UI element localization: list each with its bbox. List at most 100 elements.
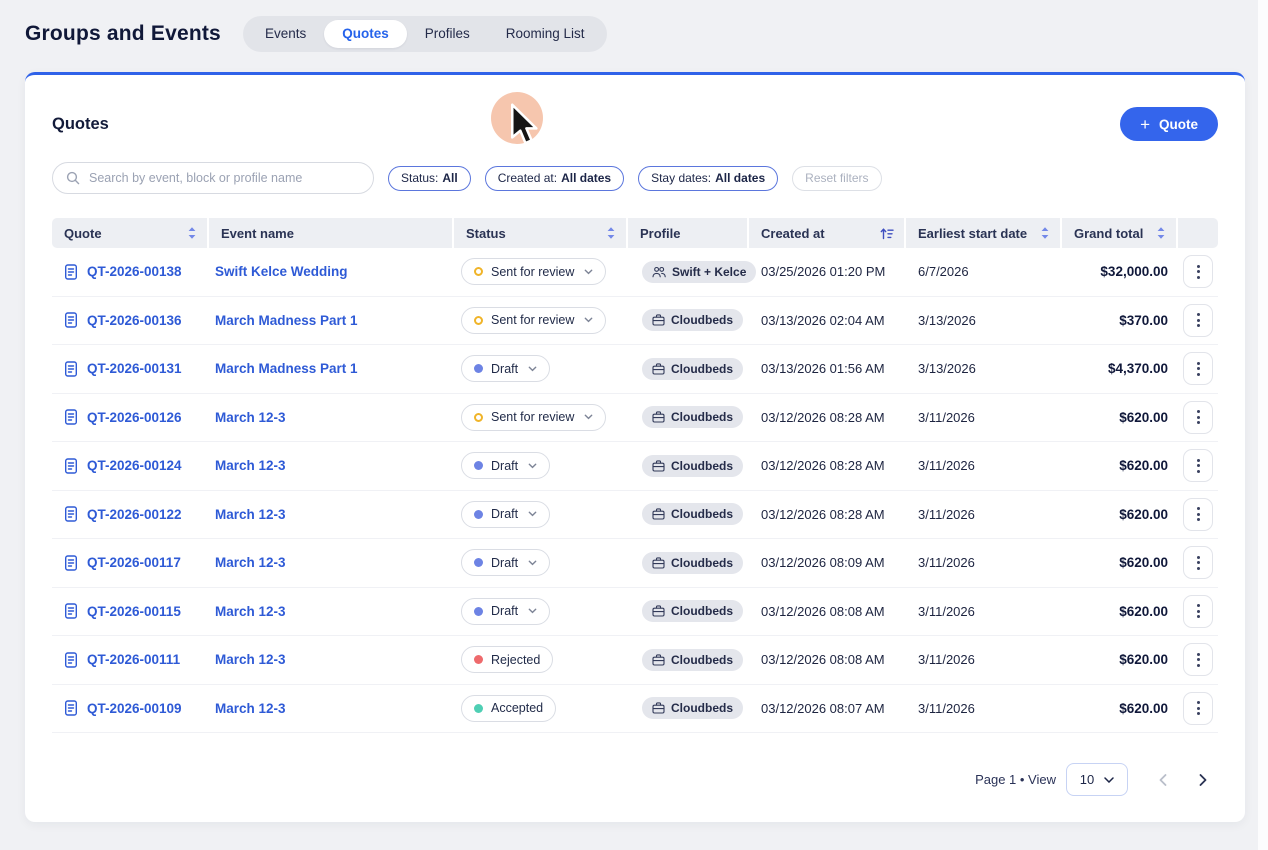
next-page-button[interactable] — [1188, 765, 1218, 795]
status-dot-icon — [474, 364, 483, 373]
status-pill[interactable]: Sent for review — [461, 404, 606, 431]
briefcase-icon — [652, 363, 665, 375]
actions-cell — [1178, 255, 1218, 288]
tab-quotes[interactable]: Quotes — [324, 20, 407, 48]
status-pill[interactable]: Draft — [461, 549, 550, 576]
grand-total-value: $620.00 — [1062, 701, 1178, 716]
actions-cell — [1178, 692, 1218, 725]
quote-id: QT-2026-00131 — [87, 361, 182, 376]
filter-chip-label: Created at: — [498, 171, 557, 185]
status-cell: Draft — [454, 501, 628, 528]
quote-id-link[interactable]: QT-2026-00126 — [52, 409, 209, 425]
quote-id-link[interactable]: QT-2026-00111 — [52, 652, 209, 668]
row-menu-button[interactable] — [1183, 352, 1213, 385]
profile-badge: Cloudbeds — [642, 309, 743, 331]
filter-chip-createdat[interactable]: Created at: All dates — [485, 166, 624, 191]
quote-id-link[interactable]: QT-2026-00117 — [52, 555, 209, 571]
grand-total-value: $32,000.00 — [1062, 264, 1178, 279]
event-name-link[interactable]: March 12-3 — [209, 701, 454, 716]
status-pill[interactable]: Draft — [461, 501, 550, 528]
event-name-link[interactable]: March Madness Part 1 — [209, 313, 454, 328]
search-input[interactable] — [89, 171, 360, 185]
row-menu-button[interactable] — [1183, 692, 1213, 725]
actions-cell — [1178, 643, 1218, 676]
chevron-down-icon — [528, 463, 537, 469]
profile-cell: Cloudbeds — [628, 455, 749, 477]
row-menu-button[interactable] — [1183, 449, 1213, 482]
document-icon — [64, 264, 78, 280]
row-menu-button[interactable] — [1183, 498, 1213, 531]
event-name-link[interactable]: March 12-3 — [209, 652, 454, 667]
event-name-link[interactable]: March 12-3 — [209, 458, 454, 473]
event-name-link[interactable]: March 12-3 — [209, 604, 454, 619]
prev-page-button[interactable] — [1148, 765, 1178, 795]
event-name-link[interactable]: March 12-3 — [209, 410, 454, 425]
column-header-quote[interactable]: Quote — [52, 218, 209, 248]
quote-id: QT-2026-00117 — [87, 555, 181, 570]
event-name-link[interactable]: March 12-3 — [209, 555, 454, 570]
profile-name: Cloudbeds — [671, 410, 733, 424]
event-name-link[interactable]: Swift Kelce Wedding — [209, 264, 454, 279]
status-pill[interactable]: Sent for review — [461, 258, 606, 285]
earliest-start-date-value: 3/11/2026 — [906, 458, 1062, 473]
event-name-link[interactable]: March Madness Part 1 — [209, 361, 454, 376]
quote-id-link[interactable]: QT-2026-00109 — [52, 700, 209, 716]
pagination: Page 1 • View 10 — [52, 763, 1218, 796]
row-menu-button[interactable] — [1183, 546, 1213, 579]
plus-icon: + — [1140, 116, 1150, 133]
quotes-table-body: QT-2026-00138Swift Kelce Wedding Sent for… — [52, 248, 1218, 733]
row-menu-button[interactable] — [1183, 255, 1213, 288]
profile-badge: Cloudbeds — [642, 503, 743, 525]
add-quote-button[interactable]: + Quote — [1120, 107, 1218, 141]
quote-id-link[interactable]: QT-2026-00131 — [52, 361, 209, 377]
row-menu-button[interactable] — [1183, 401, 1213, 434]
status-cell: Accepted — [454, 695, 628, 722]
column-header-created-at[interactable]: Created at — [749, 218, 906, 248]
quote-id-link[interactable]: QT-2026-00138 — [52, 264, 209, 280]
filter-chip-staydates[interactable]: Stay dates: All dates — [638, 166, 778, 191]
filter-chip-status[interactable]: Status: All — [388, 166, 471, 191]
row-menu-button[interactable] — [1183, 643, 1213, 676]
status-dot-icon — [474, 413, 483, 422]
profile-cell: Cloudbeds — [628, 552, 749, 574]
actions-cell — [1178, 304, 1218, 337]
quote-id: QT-2026-00126 — [87, 410, 182, 425]
tab-profiles[interactable]: Profiles — [407, 20, 488, 48]
page-size-select[interactable]: 10 — [1066, 763, 1128, 796]
quote-id-link[interactable]: QT-2026-00115 — [52, 603, 209, 619]
event-name-link[interactable]: March 12-3 — [209, 507, 454, 522]
profile-cell: Cloudbeds — [628, 697, 749, 719]
status-pill[interactable]: Draft — [461, 452, 550, 479]
filter-chip-label: Status: — [401, 171, 438, 185]
tab-events[interactable]: Events — [247, 20, 324, 48]
row-menu-button[interactable] — [1183, 304, 1213, 337]
chevron-down-icon — [584, 269, 593, 275]
grand-total-value: $620.00 — [1062, 458, 1178, 473]
profile-badge: Cloudbeds — [642, 552, 743, 574]
status-pill[interactable]: Draft — [461, 355, 550, 382]
status-pill[interactable]: Draft — [461, 598, 550, 625]
panel-title: Quotes — [52, 115, 109, 134]
profile-name: Cloudbeds — [671, 362, 733, 376]
column-label: Earliest start date — [918, 226, 1027, 241]
scrollbar-track[interactable] — [1258, 0, 1268, 850]
status-dot-icon — [474, 607, 483, 616]
tab-rooming-list[interactable]: Rooming List — [488, 20, 603, 48]
chevron-down-icon — [528, 608, 537, 614]
quote-id-link[interactable]: QT-2026-00124 — [52, 458, 209, 474]
document-icon — [64, 361, 78, 377]
profile-badge: Cloudbeds — [642, 649, 743, 671]
quote-id-link[interactable]: QT-2026-00136 — [52, 312, 209, 328]
row-menu-button[interactable] — [1183, 595, 1213, 628]
quote-id-link[interactable]: QT-2026-00122 — [52, 506, 209, 522]
column-header-earliest-start-date[interactable]: Earliest start date — [906, 218, 1062, 248]
reset-filters-button[interactable]: Reset filters — [792, 166, 881, 191]
status-label: Sent for review — [491, 265, 574, 279]
column-label: Event name — [221, 226, 294, 241]
earliest-start-date-value: 6/7/2026 — [906, 264, 1062, 279]
quote-row: QT-2026-00117March 12-3DraftCloudbeds03/… — [52, 539, 1218, 588]
table-header-row: QuoteEvent nameStatusProfileCreated atEa… — [52, 218, 1218, 248]
status-pill[interactable]: Sent for review — [461, 307, 606, 334]
column-header-grand-total[interactable]: Grand total — [1062, 218, 1178, 248]
column-header-status[interactable]: Status — [454, 218, 628, 248]
